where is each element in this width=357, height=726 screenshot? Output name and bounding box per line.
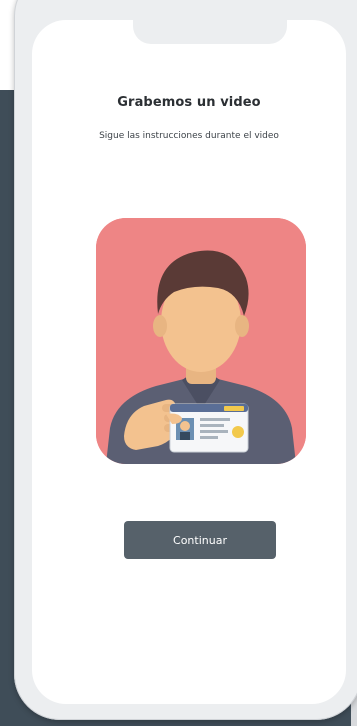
continue-button[interactable]: Continuar xyxy=(124,521,276,559)
person-holding-id-card-illustration xyxy=(96,218,306,464)
phone-screen: Grabemos un video Sigue las instruccione… xyxy=(32,20,346,704)
phone-frame: Grabemos un video Sigue las instruccione… xyxy=(14,0,357,720)
phone-notch xyxy=(133,20,287,44)
page-title: Grabemos un video xyxy=(117,95,261,110)
page-subtitle: Sigue las instrucciones durante el video xyxy=(99,131,279,141)
